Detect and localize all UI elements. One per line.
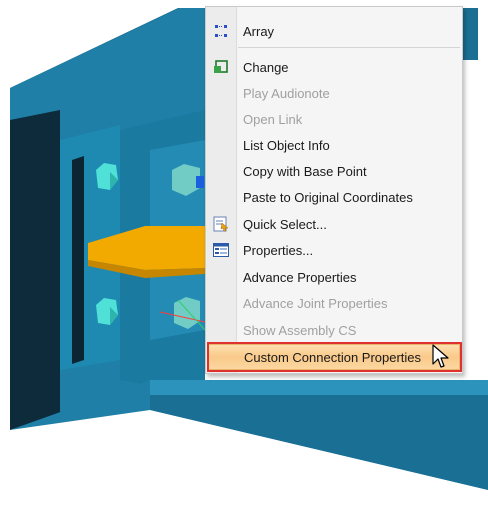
menu-item-properties[interactable]: Properties... [206,237,462,263]
menu-item-copy-with-base-point[interactable]: Copy with Base Point [206,158,462,184]
array-icon [213,23,229,39]
menu-item-label: Show Assembly CS [243,322,357,338]
menu-item-label: Custom Connection Properties [244,349,422,365]
menu-item-label: Open Link [243,111,303,127]
menu-item-list-object-info[interactable]: List Object Info [206,132,462,158]
change-icon [213,59,229,75]
menu-item-label: Change [243,59,289,75]
menu-item-paste-to-original-coordinates[interactable]: Paste to Original Coordinates [206,184,462,210]
menu-item-label: List Object Info [243,137,330,153]
menu-item-label: Copy with Base Point [243,163,367,179]
menu-item-advance-properties[interactable]: Advance Properties [206,264,462,290]
menu-item-custom-connection-properties[interactable]: Custom Connection Properties [208,344,460,370]
menu-item-quick-select[interactable]: Quick Select... [206,211,462,237]
menu-item-label: Quick Select... [243,216,327,232]
menu-item-play-audionote[interactable]: Play Audionote [206,80,462,106]
menu-item-show-assembly-cs[interactable]: Show Assembly CS [206,317,462,343]
menu-item-change[interactable]: Change [206,54,462,80]
mouse-cursor-icon [432,344,450,370]
menu-item-label: Array [243,23,275,39]
quick-select-icon [213,216,229,232]
menu-item-array[interactable]: Array [206,18,462,44]
menu-item-open-link[interactable]: Open Link [206,106,462,132]
menu-separator [238,47,460,48]
properties-icon [213,242,229,258]
menu-item-label: Properties... [243,242,314,258]
menu-item-label: Play Audionote [243,85,330,101]
context-menu: Array Change Play Audionote Open Link Li… [205,6,463,374]
menu-item-label: Paste to Original Coordinates [243,189,413,205]
menu-item-label: Advance Properties [243,269,357,285]
menu-item-label: Advance Joint Properties [243,295,388,311]
menu-item-advance-joint-properties[interactable]: Advance Joint Properties [206,290,462,316]
